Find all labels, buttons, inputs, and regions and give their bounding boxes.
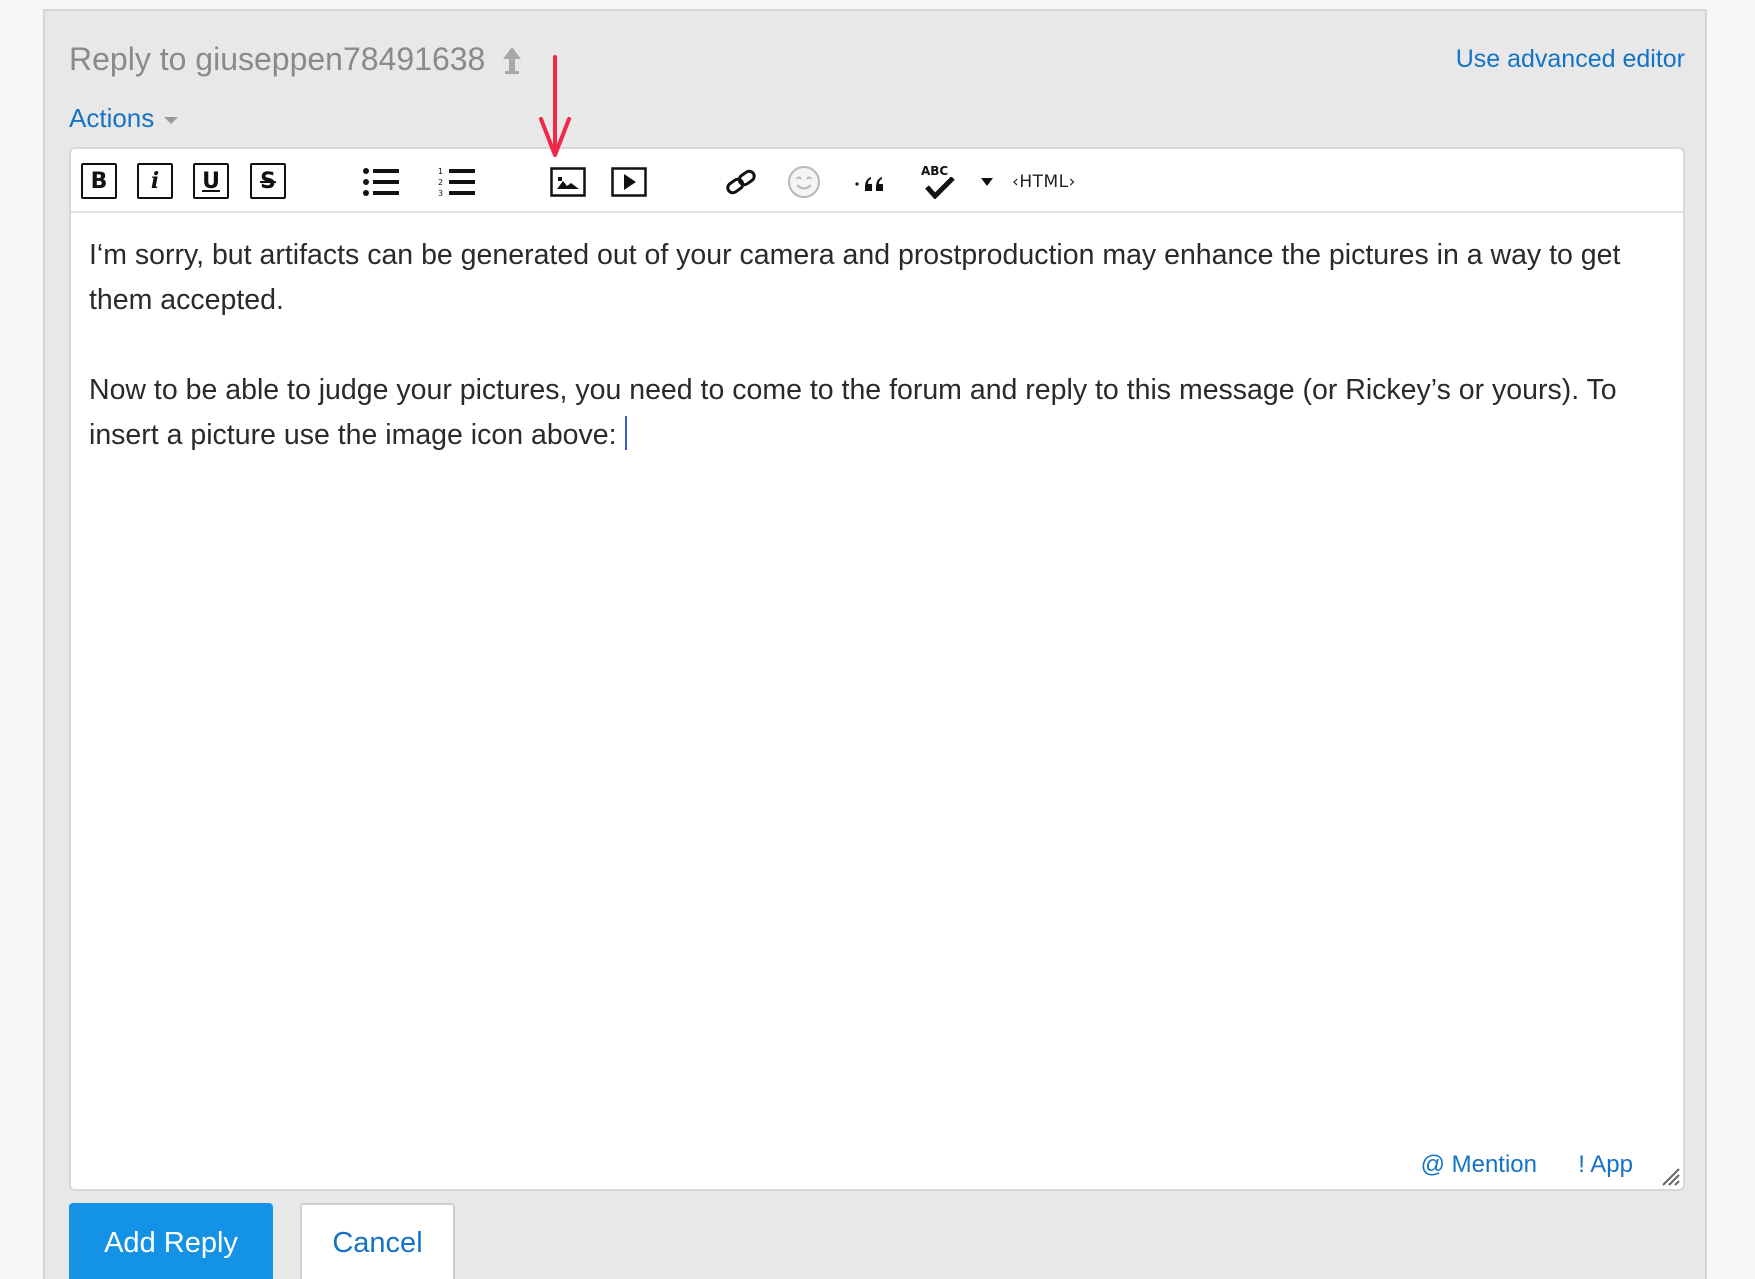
bold-button[interactable]: B — [81, 163, 117, 199]
svg-text:2: 2 — [438, 178, 443, 187]
spellcheck-dropdown-icon[interactable] — [979, 165, 995, 199]
insert-image-icon[interactable] — [549, 165, 587, 199]
editor-paragraph-text: Now to be able to judge your pictures, y… — [89, 374, 1617, 451]
svg-text:1: 1 — [438, 167, 443, 176]
strikethrough-button[interactable]: S — [250, 163, 286, 199]
html-source-button[interactable]: ‹HTML› — [1008, 165, 1080, 199]
numbered-list-icon[interactable]: 1 2 3 — [437, 165, 477, 199]
reply-title: Reply to giuseppen78491638 — [69, 41, 525, 78]
spellcheck-label: ABC — [921, 164, 949, 178]
insert-video-icon[interactable] — [610, 165, 648, 199]
editor-paragraph: Now to be able to judge your pictures, y… — [89, 368, 1665, 458]
spellcheck-icon[interactable]: ABC — [921, 165, 975, 199]
use-advanced-editor-link[interactable]: Use advanced editor — [1456, 45, 1685, 74]
editor-toolbar: B i U S 1 2 3 ABC ‹HTML› — [71, 149, 1683, 213]
editor-content[interactable]: I‘m sorry, but artifacts can be generate… — [89, 233, 1665, 503]
caret-down-icon — [164, 117, 179, 124]
editor[interactable]: B i U S 1 2 3 ABC ‹HTML› I‘m sorry, but … — [69, 147, 1685, 1191]
underline-button[interactable]: U — [193, 163, 229, 199]
actions-label: Actions — [69, 103, 155, 133]
annotation-arrow-icon — [537, 55, 573, 166]
emoji-icon[interactable] — [785, 165, 823, 199]
italic-button[interactable]: i — [137, 163, 173, 199]
link-icon[interactable] — [721, 165, 761, 199]
add-reply-button[interactable]: Add Reply — [69, 1203, 273, 1279]
reply-title-text: Reply to giuseppen78491638 — [69, 41, 486, 77]
resize-handle-icon[interactable] — [1659, 1165, 1681, 1187]
blockquote-icon[interactable] — [853, 165, 897, 199]
cancel-button[interactable]: Cancel — [300, 1203, 455, 1279]
text-cursor — [624, 416, 627, 450]
reply-panel: Reply to giuseppen78491638 Use advanced … — [43, 9, 1707, 1279]
actions-menu[interactable]: Actions — [69, 103, 179, 134]
app-button[interactable]: ! App — [1578, 1151, 1633, 1179]
editor-paragraph: I‘m sorry, but artifacts can be generate… — [89, 239, 1621, 316]
mention-button[interactable]: @ Mention — [1421, 1151, 1537, 1179]
bullet-list-icon[interactable] — [361, 165, 401, 199]
svg-text:3: 3 — [438, 189, 443, 198]
arrow-up-icon[interactable] — [499, 45, 525, 75]
